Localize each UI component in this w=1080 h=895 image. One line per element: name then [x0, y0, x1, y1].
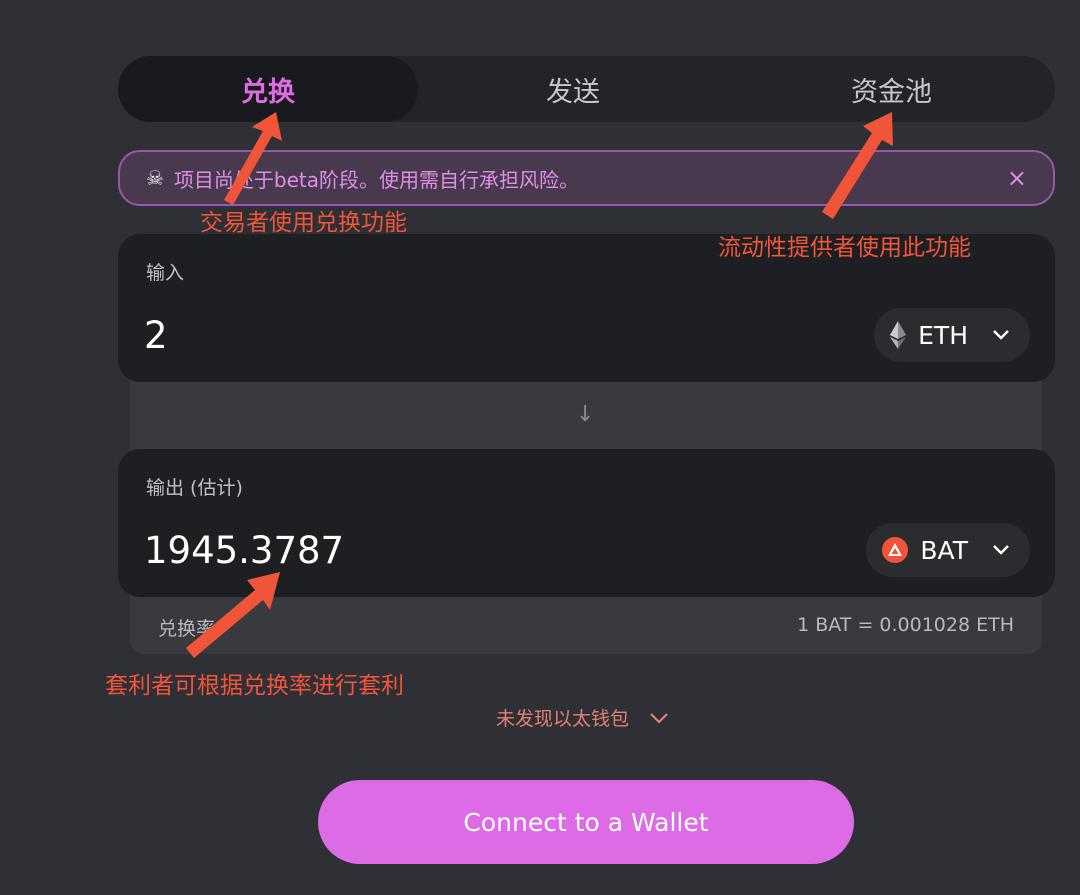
output-label: 输出 (估计): [146, 477, 243, 499]
no-wallet-dropdown[interactable]: 未发现以太钱包: [496, 704, 669, 731]
input-amount-field[interactable]: 2: [144, 314, 168, 357]
output-token-select[interactable]: BAT: [866, 523, 1030, 577]
annotation-arbitrage: 套利者可根据兑换率进行套利: [105, 673, 404, 699]
input-token-select[interactable]: ETH: [874, 308, 1030, 362]
output-amount-field[interactable]: 1945.3787: [144, 529, 344, 572]
close-icon[interactable]: ×: [1007, 164, 1027, 192]
eth-icon: [890, 321, 907, 349]
annotation-liquidity-provider: 流动性提供者使用此功能: [718, 235, 971, 261]
chevron-down-icon: [992, 544, 1010, 556]
bat-icon: [882, 537, 909, 563]
beta-warning-banner: ☠ 项目尚处于beta阶段。使用需自行承担风险。 ×: [118, 150, 1055, 206]
input-token-symbol: ETH: [918, 320, 968, 350]
swap-page: 兑换 发送 资金池 ☠ 项目尚处于beta阶段。使用需自行承担风险。 × 输入 …: [0, 0, 1080, 895]
exchange-rate-value: 1 BAT = 0.001028 ETH: [797, 614, 1014, 636]
output-token-symbol: BAT: [920, 535, 968, 565]
connect-wallet-button[interactable]: Connect to a Wallet: [318, 780, 854, 864]
no-wallet-text: 未发现以太钱包: [496, 708, 630, 730]
tab-swap[interactable]: 兑换: [118, 56, 418, 122]
skull-icon: ☠: [146, 166, 164, 190]
chevron-down-icon: [992, 329, 1010, 341]
banner-text: 项目尚处于beta阶段。使用需自行承担风险。: [173, 167, 580, 192]
exchange-rate-label: 兑换率: [158, 618, 216, 640]
input-label: 输入: [146, 262, 185, 284]
chevron-down-icon: [649, 712, 669, 724]
output-panel: 输出 (估计) 1945.3787 BAT: [118, 449, 1055, 597]
arrow-down-icon[interactable]: ↓: [576, 402, 594, 427]
tab-pool[interactable]: 资金池: [728, 56, 1055, 122]
tab-bar: 兑换 发送 资金池: [118, 56, 1055, 122]
annotation-trader: 交易者使用兑换功能: [200, 210, 407, 236]
tab-send[interactable]: 发送: [418, 56, 728, 122]
